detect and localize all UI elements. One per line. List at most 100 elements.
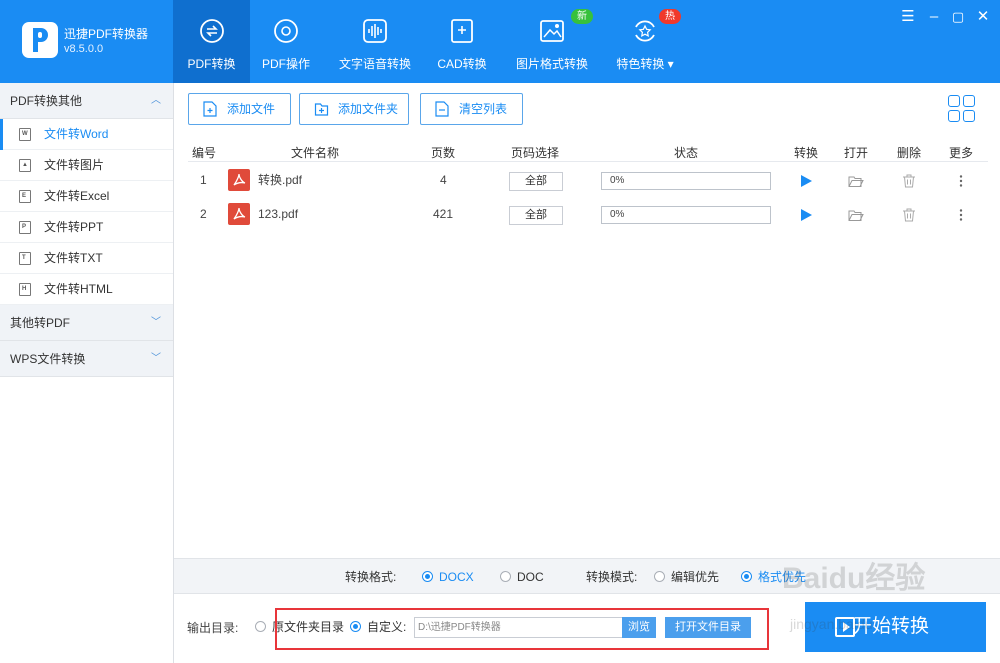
app-logo bbox=[22, 22, 58, 58]
close-icon[interactable]: ✕ bbox=[974, 8, 992, 26]
main-panel: 添加文件 添加文件夹 清空列表 编号 文件名称 页数 页码选择 状态 转换 打开… bbox=[174, 83, 1000, 663]
play-icon[interactable] bbox=[798, 173, 814, 189]
sidebar-item-to-excel[interactable]: E 文件转Excel bbox=[0, 181, 173, 212]
trash-icon[interactable] bbox=[901, 173, 917, 189]
restore-icon[interactable]: ▢ bbox=[949, 8, 967, 26]
sidebar-item-label: 文件转Excel bbox=[44, 189, 110, 203]
sidebar-item-label: 文件转HTML bbox=[44, 282, 113, 296]
output-dir-label: 输出目录: bbox=[187, 621, 239, 635]
sidebar-item-to-ppt[interactable]: P 文件转PPT bbox=[0, 212, 173, 243]
page-select-button[interactable]: 全部 bbox=[509, 172, 563, 191]
col-more: 更多 bbox=[949, 146, 974, 160]
table-row[interactable]: 2 123.pdf 421 全部 0% bbox=[188, 197, 988, 231]
tab-label: 文字语音转换 bbox=[338, 57, 411, 71]
new-badge: 新 bbox=[571, 9, 593, 24]
sidebar-item-label: 文件转TXT bbox=[44, 251, 103, 265]
pdf-logo-icon bbox=[33, 28, 48, 52]
table-row[interactable]: 1 转换.pdf 4 全部 0% bbox=[188, 163, 988, 197]
radio-checked-icon bbox=[741, 571, 752, 583]
conversion-options-bar: 转换格式: DOCX DOC 转换模式: 编辑优先 格式优先 bbox=[174, 558, 1000, 594]
sidebar-item-label: 文件转PPT bbox=[44, 220, 104, 234]
sidebar: PDF转换其他 ︿ W 文件转Word ▲ 文件转图片 E 文件转Excel P… bbox=[0, 83, 174, 663]
format-docx-radio[interactable]: DOCX bbox=[422, 559, 474, 595]
voice-wave-icon bbox=[363, 19, 387, 43]
cad-icon bbox=[451, 19, 473, 43]
progress-bar: 0% bbox=[601, 172, 771, 190]
html-file-icon: H bbox=[19, 283, 31, 296]
app-version: v8.5.0.0 bbox=[64, 43, 104, 55]
sidebar-section-pdf-convert-other[interactable]: PDF转换其他 ︿ bbox=[0, 83, 173, 119]
sidebar-item-label: 文件转图片 bbox=[44, 158, 105, 172]
excel-file-icon: E bbox=[19, 190, 31, 203]
chevron-up-icon: ︿ bbox=[151, 95, 161, 106]
progress-text: 0% bbox=[610, 209, 625, 220]
grid-view-icon[interactable] bbox=[948, 95, 976, 123]
sidebar-item-to-image[interactable]: ▲ 文件转图片 bbox=[0, 150, 173, 181]
star-refresh-icon bbox=[635, 20, 655, 42]
sidebar-section-other-to-pdf[interactable]: 其他转PDF ﹀ bbox=[0, 305, 173, 341]
page-select-button[interactable]: 全部 bbox=[509, 206, 563, 225]
section-label: PDF转换其他 bbox=[10, 94, 83, 108]
more-icon[interactable] bbox=[953, 173, 969, 189]
clear-list-label: 清空列表 bbox=[459, 102, 508, 116]
col-open: 打开 bbox=[844, 146, 869, 160]
col-pages: 页数 bbox=[431, 146, 456, 160]
sidebar-item-to-word[interactable]: W 文件转Word bbox=[0, 119, 173, 150]
tab-pdf-convert[interactable]: PDF转换 bbox=[173, 0, 250, 83]
progress-bar: 0% bbox=[601, 206, 771, 224]
tab-label: CAD转换 bbox=[437, 57, 487, 71]
clear-list-icon bbox=[435, 101, 449, 117]
pdf-operate-icon bbox=[274, 19, 298, 43]
col-delete: 删除 bbox=[897, 146, 922, 160]
tab-voice-convert[interactable]: 文字语音转换 bbox=[330, 0, 420, 83]
mode-format-radio[interactable]: 格式优先 bbox=[741, 559, 806, 595]
more-icon[interactable] bbox=[953, 207, 969, 223]
add-file-button[interactable]: 添加文件 bbox=[188, 93, 291, 125]
progress-text: 0% bbox=[610, 175, 625, 186]
row-num: 1 bbox=[200, 173, 207, 187]
page-count: 4 bbox=[440, 173, 447, 187]
clear-list-button[interactable]: 清空列表 bbox=[420, 93, 523, 125]
chevron-down-icon: ﹀ bbox=[151, 317, 161, 328]
pdf-convert-icon bbox=[199, 19, 224, 43]
file-name: 123.pdf bbox=[258, 207, 299, 221]
play-icon[interactable] bbox=[798, 207, 814, 223]
tab-label: PDF转换 bbox=[187, 57, 236, 71]
menu-icon[interactable]: ☰ bbox=[899, 8, 917, 26]
open-folder-icon[interactable] bbox=[848, 173, 864, 189]
tab-cad-convert[interactable]: CAD转换 bbox=[428, 0, 496, 83]
section-label: WPS文件转换 bbox=[10, 352, 86, 366]
col-page-select: 页码选择 bbox=[511, 146, 560, 160]
col-num: 编号 bbox=[192, 146, 217, 160]
tab-pdf-operate[interactable]: PDF操作 bbox=[250, 0, 322, 83]
minimize-icon[interactable]: – bbox=[925, 8, 943, 26]
sidebar-item-to-html[interactable]: H 文件转HTML bbox=[0, 274, 173, 305]
sidebar-item-to-txt[interactable]: T 文件转TXT bbox=[0, 243, 173, 274]
start-convert-button[interactable]: 开始转换 bbox=[805, 602, 986, 652]
sidebar-section-wps-convert[interactable]: WPS文件转换 ﹀ bbox=[0, 341, 173, 377]
add-folder-button[interactable]: 添加文件夹 bbox=[299, 93, 409, 125]
start-convert-label: 开始转换 bbox=[853, 616, 930, 637]
add-file-icon bbox=[203, 101, 217, 117]
add-folder-icon bbox=[314, 103, 329, 116]
trash-icon[interactable] bbox=[901, 207, 917, 223]
col-name: 文件名称 bbox=[291, 146, 340, 160]
txt-file-icon: T bbox=[19, 252, 31, 265]
word-file-icon: W bbox=[19, 128, 31, 141]
tab-image-convert[interactable]: 图片格式转换 新 bbox=[509, 0, 595, 83]
app-title: 迅捷PDF转换器 bbox=[64, 27, 149, 41]
image-file-icon: ▲ bbox=[19, 159, 31, 172]
start-icon bbox=[835, 617, 855, 637]
pdf-file-icon bbox=[228, 169, 250, 191]
ppt-file-icon: P bbox=[19, 221, 31, 234]
open-folder-icon[interactable] bbox=[848, 207, 864, 223]
format-doc-radio[interactable]: DOC bbox=[500, 559, 544, 595]
row-num: 2 bbox=[200, 207, 207, 221]
mode-label: 转换模式: bbox=[586, 570, 638, 584]
pdf-file-icon bbox=[228, 203, 250, 225]
mode-edit-radio[interactable]: 编辑优先 bbox=[654, 559, 719, 595]
highlight-box bbox=[275, 608, 769, 650]
tab-special-convert[interactable]: 特色转换 ▾ 热 bbox=[605, 0, 685, 83]
table-header: 编号 文件名称 页数 页码选择 状态 转换 打开 删除 更多 bbox=[188, 141, 988, 162]
radio-icon bbox=[654, 571, 665, 583]
